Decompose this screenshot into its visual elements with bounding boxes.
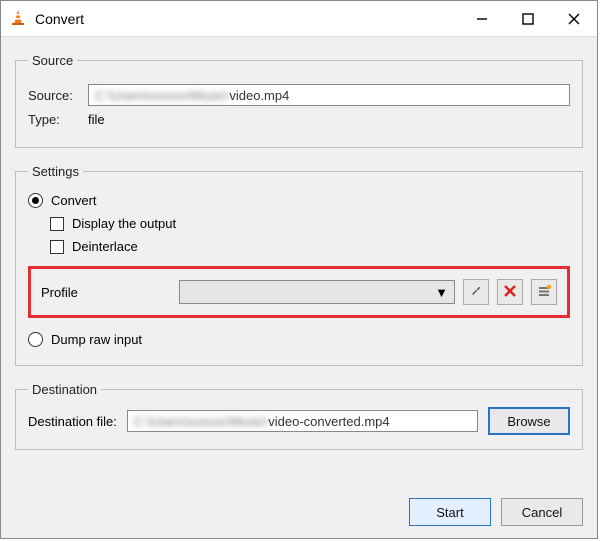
convert-radio-label: Convert xyxy=(51,193,97,208)
source-path-visible: video.mp4 xyxy=(229,88,289,103)
start-button[interactable]: Start xyxy=(409,498,491,526)
edit-profile-button[interactable] xyxy=(463,279,489,305)
type-value: file xyxy=(88,112,105,127)
destination-path-hidden: C:\Users\xxxxxx\Music\ xyxy=(134,414,268,429)
new-list-icon xyxy=(537,284,551,301)
destination-legend: Destination xyxy=(28,382,101,397)
checkbox-icon xyxy=(50,217,64,231)
dump-raw-radio[interactable]: Dump raw input xyxy=(28,332,142,347)
destination-path-input[interactable]: C:\Users\xxxxxx\Music\video-converted.mp… xyxy=(127,410,478,432)
settings-legend: Settings xyxy=(28,164,83,179)
display-output-label: Display the output xyxy=(72,216,176,231)
deinterlace-checkbox[interactable]: Deinterlace xyxy=(50,239,138,254)
convert-dialog: Convert Source Source: C:\Users\xxxxxx\M… xyxy=(0,0,598,539)
vlc-cone-icon xyxy=(9,8,27,29)
source-label: Source: xyxy=(28,88,88,103)
browse-button[interactable]: Browse xyxy=(488,407,570,435)
source-path-hidden: C:\Users\xxxxxx\Music\ xyxy=(95,88,229,103)
convert-radio[interactable]: Convert xyxy=(28,193,97,208)
content-area: Source Source: C:\Users\xxxxxx\Music\vid… xyxy=(1,37,597,494)
delete-profile-button[interactable] xyxy=(497,279,523,305)
radio-icon xyxy=(28,193,43,208)
close-button[interactable] xyxy=(551,1,597,37)
chevron-down-icon: ▼ xyxy=(435,285,448,300)
source-path-input[interactable]: C:\Users\xxxxxx\Music\video.mp4 xyxy=(88,84,570,106)
source-legend: Source xyxy=(28,53,77,68)
window-title: Convert xyxy=(35,11,459,27)
source-group: Source Source: C:\Users\xxxxxx\Music\vid… xyxy=(15,53,583,148)
dump-raw-label: Dump raw input xyxy=(51,332,142,347)
start-button-label: Start xyxy=(436,505,463,520)
settings-group: Settings Convert Display the output Dein… xyxy=(15,164,583,366)
deinterlace-label: Deinterlace xyxy=(72,239,138,254)
checkbox-icon xyxy=(50,240,64,254)
profile-label: Profile xyxy=(41,285,171,300)
display-output-checkbox[interactable]: Display the output xyxy=(50,216,176,231)
new-profile-button[interactable] xyxy=(531,279,557,305)
destination-path-visible: video-converted.mp4 xyxy=(268,414,389,429)
wrench-icon xyxy=(469,284,483,301)
cancel-button-label: Cancel xyxy=(522,505,562,520)
maximize-button[interactable] xyxy=(505,1,551,37)
dialog-footer: Start Cancel xyxy=(1,494,597,538)
type-label: Type: xyxy=(28,112,88,127)
profile-combobox[interactable]: ▼ xyxy=(179,280,455,304)
minimize-button[interactable] xyxy=(459,1,505,37)
cancel-button[interactable]: Cancel xyxy=(501,498,583,526)
x-icon xyxy=(503,284,517,301)
browse-button-label: Browse xyxy=(507,414,550,429)
destination-label: Destination file: xyxy=(28,414,117,429)
destination-group: Destination Destination file: C:\Users\x… xyxy=(15,382,583,450)
titlebar: Convert xyxy=(1,1,597,37)
profile-row-highlight: Profile ▼ xyxy=(28,266,570,318)
radio-icon xyxy=(28,332,43,347)
